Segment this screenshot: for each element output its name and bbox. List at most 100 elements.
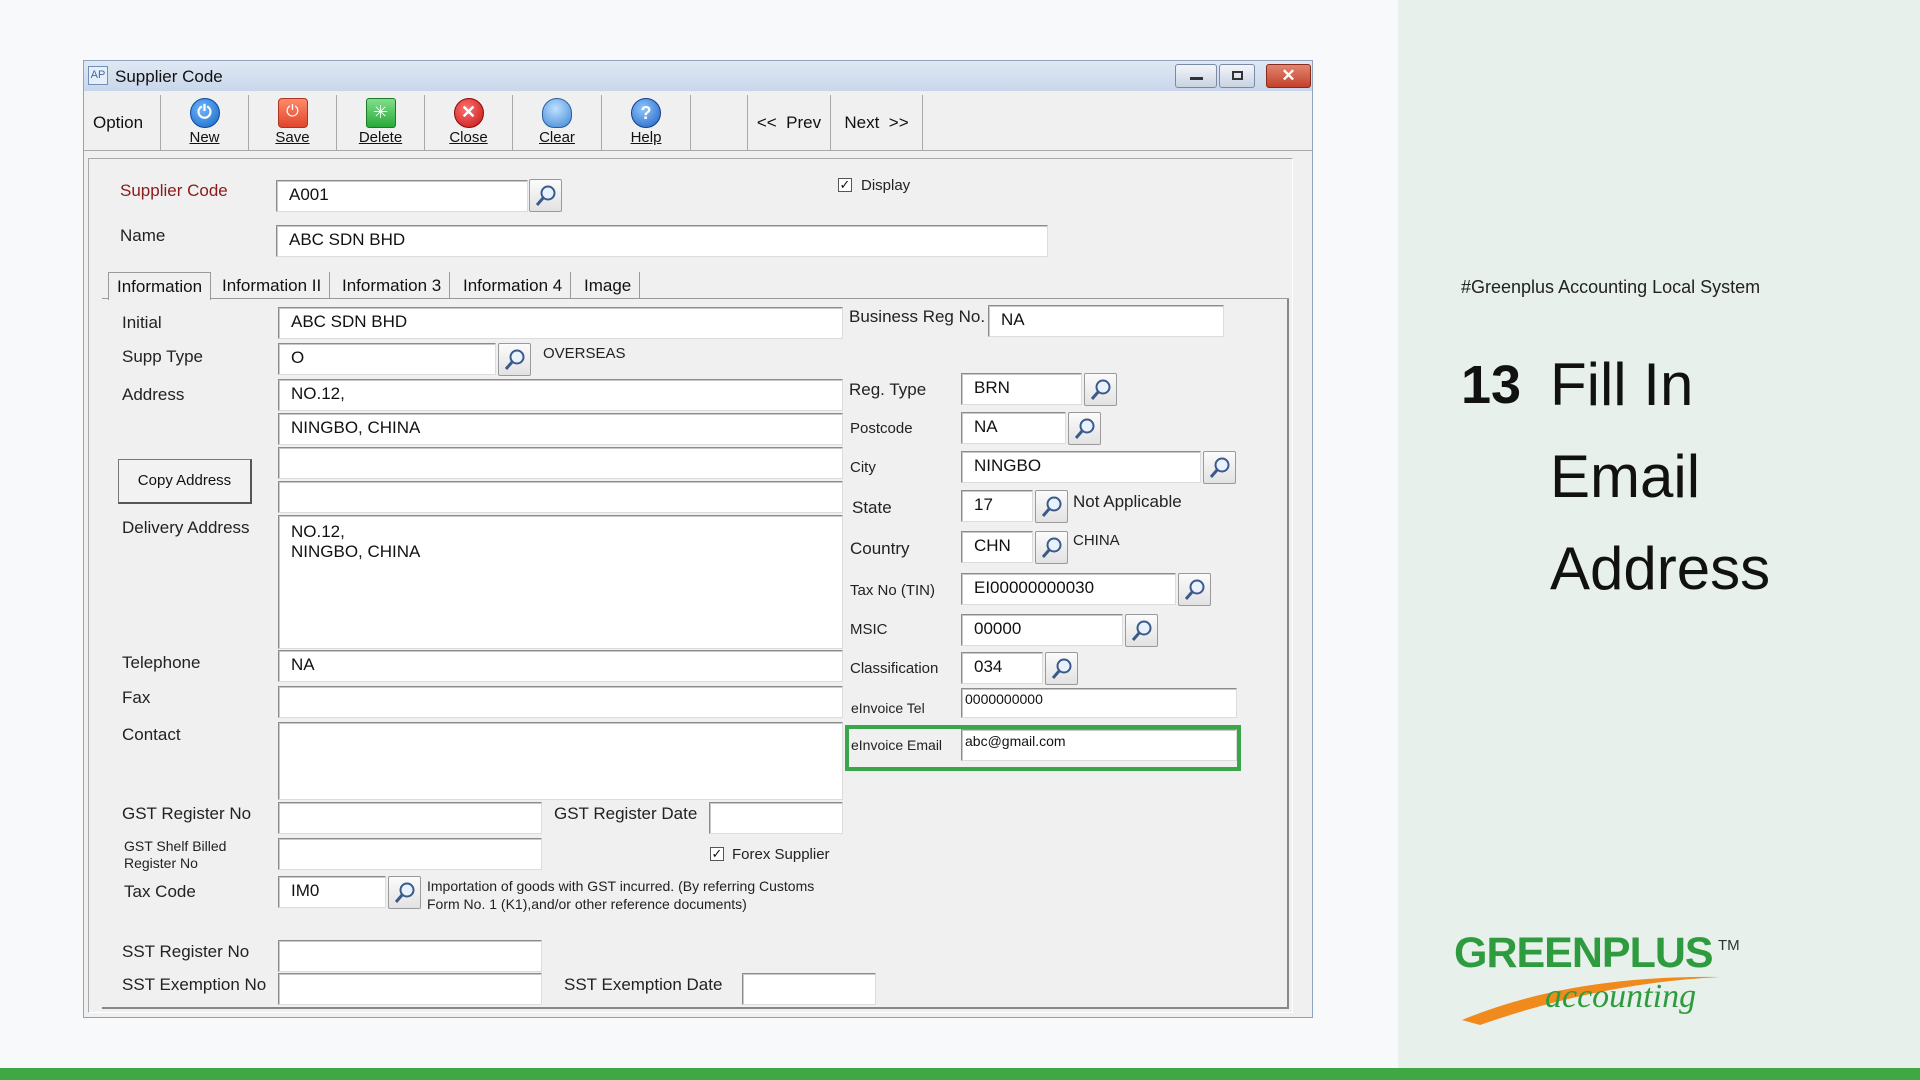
initial-label: Initial	[122, 313, 162, 332]
gst-shelf-billed-field[interactable]	[278, 838, 542, 870]
reg-type-search-button[interactable]	[1084, 373, 1117, 406]
step-title-line3: Address	[1550, 535, 1771, 602]
telephone-field[interactable]: NA	[278, 650, 843, 682]
name-label: Name	[120, 226, 166, 245]
postcode-label: Postcode	[850, 420, 913, 437]
contact-label: Contact	[122, 725, 181, 744]
copy-address-button[interactable]: Copy Address	[118, 459, 252, 504]
einvoice-email-field[interactable]: abc@gmail.com	[961, 729, 1237, 761]
supp-type-label: Supp Type	[122, 347, 203, 366]
step-title-line2: Email	[1550, 443, 1701, 510]
save-button[interactable]: ⏻ Save	[249, 95, 337, 150]
business-reg-no-field[interactable]: NA	[988, 305, 1224, 337]
window-title: Supplier Code	[115, 67, 223, 86]
classification-search-button[interactable]	[1045, 652, 1078, 685]
option-menu[interactable]: Option	[93, 113, 143, 133]
forex-supplier-checkbox[interactable]: ✓	[710, 847, 724, 861]
gst-register-no-field[interactable]	[278, 802, 542, 834]
country-search-button[interactable]	[1035, 531, 1068, 564]
city-search-button[interactable]	[1203, 451, 1236, 484]
save-icon: ⏻	[277, 98, 308, 128]
address-line-3[interactable]	[278, 447, 843, 479]
search-icon	[1090, 379, 1111, 400]
supplier-code-field[interactable]: A001	[276, 180, 528, 212]
name-field[interactable]: ABC SDN BHD	[276, 225, 1048, 257]
tab-information[interactable]: Information	[108, 272, 212, 300]
gst-register-date-label: GST Register Date	[554, 804, 698, 823]
einvoice-tel-field[interactable]: 0000000000	[961, 688, 1237, 718]
help-icon: ?	[631, 98, 661, 128]
tax-no-label: Tax No (TIN)	[850, 582, 936, 599]
msic-field[interactable]: 00000	[961, 614, 1123, 646]
msic-search-button[interactable]	[1125, 614, 1158, 647]
city-label: City	[850, 459, 876, 476]
supplier-search-button[interactable]	[529, 179, 562, 212]
fax-field[interactable]	[278, 686, 843, 718]
search-icon	[1041, 496, 1062, 517]
supp-type-field[interactable]: O	[278, 343, 496, 375]
initial-field[interactable]: ABC SDN BHD	[278, 307, 843, 339]
delivery-address-field[interactable]: NO.12, NINGBO, CHINA	[278, 515, 843, 649]
tab-information-3[interactable]: Information 3	[334, 272, 451, 299]
step-title-line1: Fill In	[1550, 351, 1694, 418]
state-search-button[interactable]	[1035, 490, 1068, 523]
country-description: CHINA	[1073, 532, 1120, 549]
postcode-field[interactable]: NA	[961, 412, 1066, 444]
address-line-1[interactable]: NO.12,	[278, 379, 843, 411]
greenplus-logo: GREENPLUS TM accounting	[1450, 925, 1750, 1035]
state-description: Not Applicable	[1073, 492, 1182, 511]
prev-button[interactable]: << Prev	[747, 95, 831, 150]
contact-field[interactable]	[278, 722, 843, 800]
tax-code-field[interactable]: IM0	[278, 876, 386, 908]
forex-supplier-label: Forex Supplier	[732, 846, 830, 863]
delete-button[interactable]: ✳ Delete	[337, 95, 425, 150]
tab-information-4[interactable]: Information 4	[455, 272, 572, 299]
minimize-button[interactable]	[1175, 64, 1217, 88]
sst-register-no-field[interactable]	[278, 940, 542, 972]
help-button[interactable]: ? Help	[602, 95, 691, 150]
sst-exemption-no-field[interactable]	[278, 973, 542, 1005]
maximize-button[interactable]	[1219, 64, 1255, 88]
gst-register-date-field[interactable]	[709, 802, 843, 834]
reg-type-field[interactable]: BRN	[961, 373, 1082, 405]
tax-no-search-button[interactable]	[1178, 573, 1211, 606]
state-field[interactable]: 17	[961, 490, 1033, 522]
new-button[interactable]: ⏻ New	[160, 95, 249, 150]
einvoice-email-label: eInvoice Email	[851, 737, 943, 753]
address-line-4[interactable]	[278, 481, 843, 513]
tax-code-label: Tax Code	[124, 882, 196, 901]
tab-image[interactable]: Image	[576, 272, 641, 299]
postcode-search-button[interactable]	[1068, 412, 1101, 445]
app-icon: AP	[88, 66, 108, 85]
display-checkbox[interactable]: ✓	[838, 178, 852, 192]
close-icon: ✕	[453, 98, 484, 128]
clear-icon	[542, 98, 572, 128]
country-label: Country	[850, 539, 910, 558]
step-number: 13	[1461, 355, 1522, 415]
search-icon	[504, 349, 525, 370]
tax-no-field[interactable]: EI00000000030	[961, 573, 1176, 605]
address-line-2[interactable]: NINGBO, CHINA	[278, 413, 843, 445]
power-icon: ⏻	[189, 98, 220, 128]
search-icon	[1209, 457, 1230, 478]
clear-button[interactable]: Clear	[513, 95, 602, 150]
supplier-code-label: Supplier Code	[120, 181, 228, 200]
window-close-button[interactable]: ✕	[1266, 64, 1311, 88]
supp-type-description: OVERSEAS	[543, 345, 626, 362]
country-field[interactable]: CHN	[961, 531, 1033, 563]
einvoice-tel-label: eInvoice Tel	[851, 700, 925, 716]
supp-type-search-button[interactable]	[498, 343, 531, 376]
sst-register-no-label: SST Register No	[122, 942, 250, 961]
tax-code-search-button[interactable]	[388, 876, 421, 909]
search-icon	[1131, 620, 1152, 641]
tab-information-ii[interactable]: Information II	[214, 272, 331, 299]
classification-field[interactable]: 034	[961, 652, 1043, 684]
city-field[interactable]: NINGBO	[961, 451, 1201, 483]
sst-exemption-no-label: SST Exemption No	[122, 975, 267, 994]
close-button[interactable]: ✕ Close	[425, 95, 513, 150]
state-label: State	[852, 498, 892, 517]
reg-type-label: Reg. Type	[849, 380, 927, 399]
next-button[interactable]: Next >>	[831, 95, 923, 150]
business-reg-no-label: Business Reg No.	[849, 307, 986, 326]
sst-exemption-date-field[interactable]	[742, 973, 876, 1005]
